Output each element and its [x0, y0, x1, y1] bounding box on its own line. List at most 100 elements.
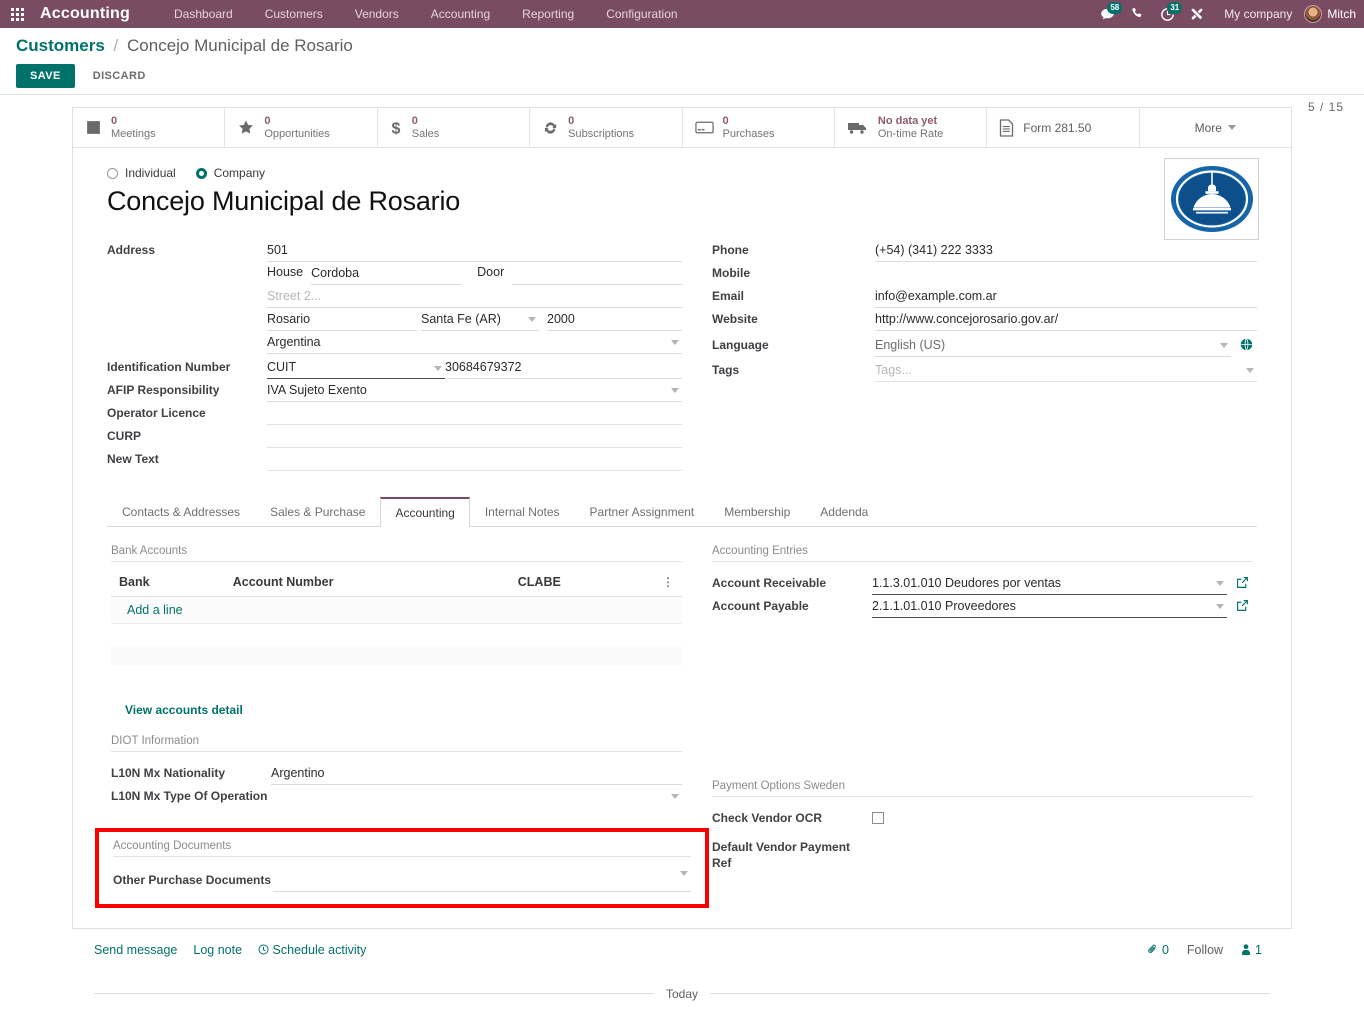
- chevron-down-icon: [671, 793, 679, 799]
- menu-dashboard[interactable]: Dashboard: [158, 0, 249, 28]
- phone-input[interactable]: [875, 239, 1257, 262]
- nationality-input[interactable]: [271, 761, 682, 785]
- house-input[interactable]: [311, 262, 462, 285]
- other-purchase-documents-select[interactable]: [273, 868, 691, 892]
- send-message-button[interactable]: Send message: [94, 943, 177, 957]
- menu-vendors[interactable]: Vendors: [339, 0, 415, 28]
- chevron-down-icon: [680, 870, 688, 876]
- stat-button-more[interactable]: More: [1139, 108, 1291, 147]
- field-identification-number: Identification Number: [107, 356, 682, 379]
- email-input[interactable]: [875, 285, 1257, 308]
- tab-partner-assignment[interactable]: Partner Assignment: [575, 497, 710, 527]
- state-select[interactable]: [421, 308, 539, 331]
- page-title[interactable]: Concejo Municipal de Rosario: [107, 186, 1257, 217]
- street-input[interactable]: [267, 239, 682, 262]
- followers-button[interactable]: 1: [1241, 943, 1262, 957]
- field-operator-licence: Operator Licence: [107, 402, 682, 425]
- check-vendor-ocr-checkbox[interactable]: [872, 812, 884, 824]
- label-website: Website: [712, 312, 758, 326]
- stat-button-meetings[interactable]: 0 Meetings: [73, 108, 226, 147]
- phone-icon[interactable]: [1122, 0, 1152, 28]
- stat-button-sales[interactable]: $ 0 Sales: [377, 108, 531, 147]
- id-value-input[interactable]: [445, 356, 682, 379]
- external-link-icon[interactable]: [1236, 576, 1249, 592]
- view-accounts-detail-button[interactable]: View accounts detail: [125, 703, 243, 717]
- top-navbar: Accounting Dashboard Customers Vendors A…: [0, 0, 1364, 28]
- tags-input[interactable]: [875, 359, 1257, 382]
- default-vendor-payment-ref-input[interactable]: [872, 836, 1253, 859]
- clock-activities-icon[interactable]: 31: [1152, 0, 1183, 28]
- messages-icon[interactable]: 58: [1092, 0, 1123, 28]
- stat-button-on-time-rate[interactable]: No data yet On-time Rate: [834, 108, 988, 147]
- operator-licence-input[interactable]: [267, 402, 682, 425]
- tab-addenda[interactable]: Addenda: [805, 497, 883, 527]
- tab-contacts-addresses[interactable]: Contacts & Addresses: [107, 497, 255, 527]
- city-input[interactable]: [267, 308, 417, 331]
- vertical-dots-icon[interactable]: ⋮: [654, 572, 682, 597]
- stat-button-form-281-50[interactable]: Form 281.50: [987, 108, 1140, 147]
- label-email: Email: [712, 289, 745, 303]
- label-afip-responsibility: AFIP Responsibility: [107, 383, 220, 397]
- country-select[interactable]: [267, 331, 682, 354]
- id-type-select[interactable]: [267, 356, 445, 379]
- stat-button-purchases[interactable]: 0 Purchases: [682, 108, 835, 147]
- menu-accounting[interactable]: Accounting: [415, 0, 506, 28]
- menu-configuration[interactable]: Configuration: [590, 0, 693, 28]
- tab-internal-notes[interactable]: Internal Notes: [470, 497, 575, 527]
- log-note-button[interactable]: Log note: [193, 943, 242, 957]
- today-label: Today: [665, 986, 699, 1001]
- account-receivable-select[interactable]: [872, 572, 1227, 595]
- stat-button-opportunities[interactable]: 0 Opportunities: [225, 108, 378, 147]
- afip-select[interactable]: [267, 379, 682, 402]
- apps-grid-icon[interactable]: [6, 5, 28, 23]
- menu-customers[interactable]: Customers: [249, 0, 339, 28]
- website-input[interactable]: [875, 308, 1257, 331]
- activities-badge: 31: [1167, 2, 1183, 14]
- mobile-input[interactable]: [875, 262, 1257, 285]
- type-of-operation-select[interactable]: [271, 784, 682, 808]
- stat-label: Meetings: [111, 127, 156, 140]
- new-text-input[interactable]: [267, 448, 682, 471]
- attachments-button[interactable]: 0: [1147, 943, 1169, 957]
- field-check-vendor-ocr: Check Vendor OCR: [712, 807, 1253, 830]
- record-pager[interactable]: 5 / 15: [1308, 100, 1344, 114]
- door-input[interactable]: [512, 262, 682, 285]
- menu-reporting[interactable]: Reporting: [506, 0, 590, 28]
- app-brand[interactable]: Accounting: [40, 5, 130, 23]
- company-logo[interactable]: [1164, 158, 1259, 240]
- wrench-debug-icon[interactable]: [1182, 0, 1212, 28]
- radio-individual[interactable]: Individual: [107, 166, 176, 180]
- field-language: Language: [712, 334, 1257, 357]
- street2-input[interactable]: [267, 285, 682, 308]
- discard-button[interactable]: DISCARD: [85, 64, 154, 88]
- language-select[interactable]: [875, 334, 1231, 357]
- schedule-activity-button[interactable]: Schedule activity: [258, 943, 366, 957]
- user-icon: [1242, 944, 1250, 955]
- save-button[interactable]: SAVE: [16, 64, 75, 88]
- field-address: Address: [107, 239, 682, 262]
- curp-input[interactable]: [267, 425, 682, 448]
- followers-count: 1: [1255, 942, 1262, 957]
- breadcrumb-root[interactable]: Customers: [16, 36, 105, 55]
- field-new-text: New Text: [107, 448, 682, 471]
- tab-sales-purchase[interactable]: Sales & Purchase: [255, 497, 380, 527]
- add-a-line-button[interactable]: Add a line: [119, 603, 183, 617]
- radio-company[interactable]: Company: [195, 166, 265, 180]
- form-sheet: 0 Meetings 0 Opportunities $ 0 Sales 0 S…: [72, 107, 1292, 929]
- tab-membership[interactable]: Membership: [709, 497, 805, 527]
- company-switcher[interactable]: My company: [1212, 7, 1304, 21]
- user-menu[interactable]: Mitch: [1327, 7, 1356, 21]
- stat-button-subscriptions[interactable]: 0 Subscriptions: [530, 108, 683, 147]
- group-accounting-documents: Accounting Documents: [113, 840, 691, 857]
- avatar[interactable]: [1304, 5, 1323, 23]
- zip-input[interactable]: [547, 308, 682, 331]
- external-link-icon[interactable]: [1236, 599, 1249, 615]
- account-payable-select[interactable]: [872, 595, 1227, 618]
- chatter-buttons: Send message Log note Schedule activity: [94, 943, 1270, 957]
- follow-button[interactable]: Follow: [1187, 943, 1223, 957]
- add-line-row[interactable]: Add a line: [111, 596, 682, 624]
- notebook: Contacts & Addresses Sales & Purchase Ac…: [95, 497, 1257, 908]
- translate-globe-icon[interactable]: [1240, 338, 1253, 354]
- stat-label: Purchases: [722, 127, 775, 140]
- tab-accounting[interactable]: Accounting: [380, 497, 470, 527]
